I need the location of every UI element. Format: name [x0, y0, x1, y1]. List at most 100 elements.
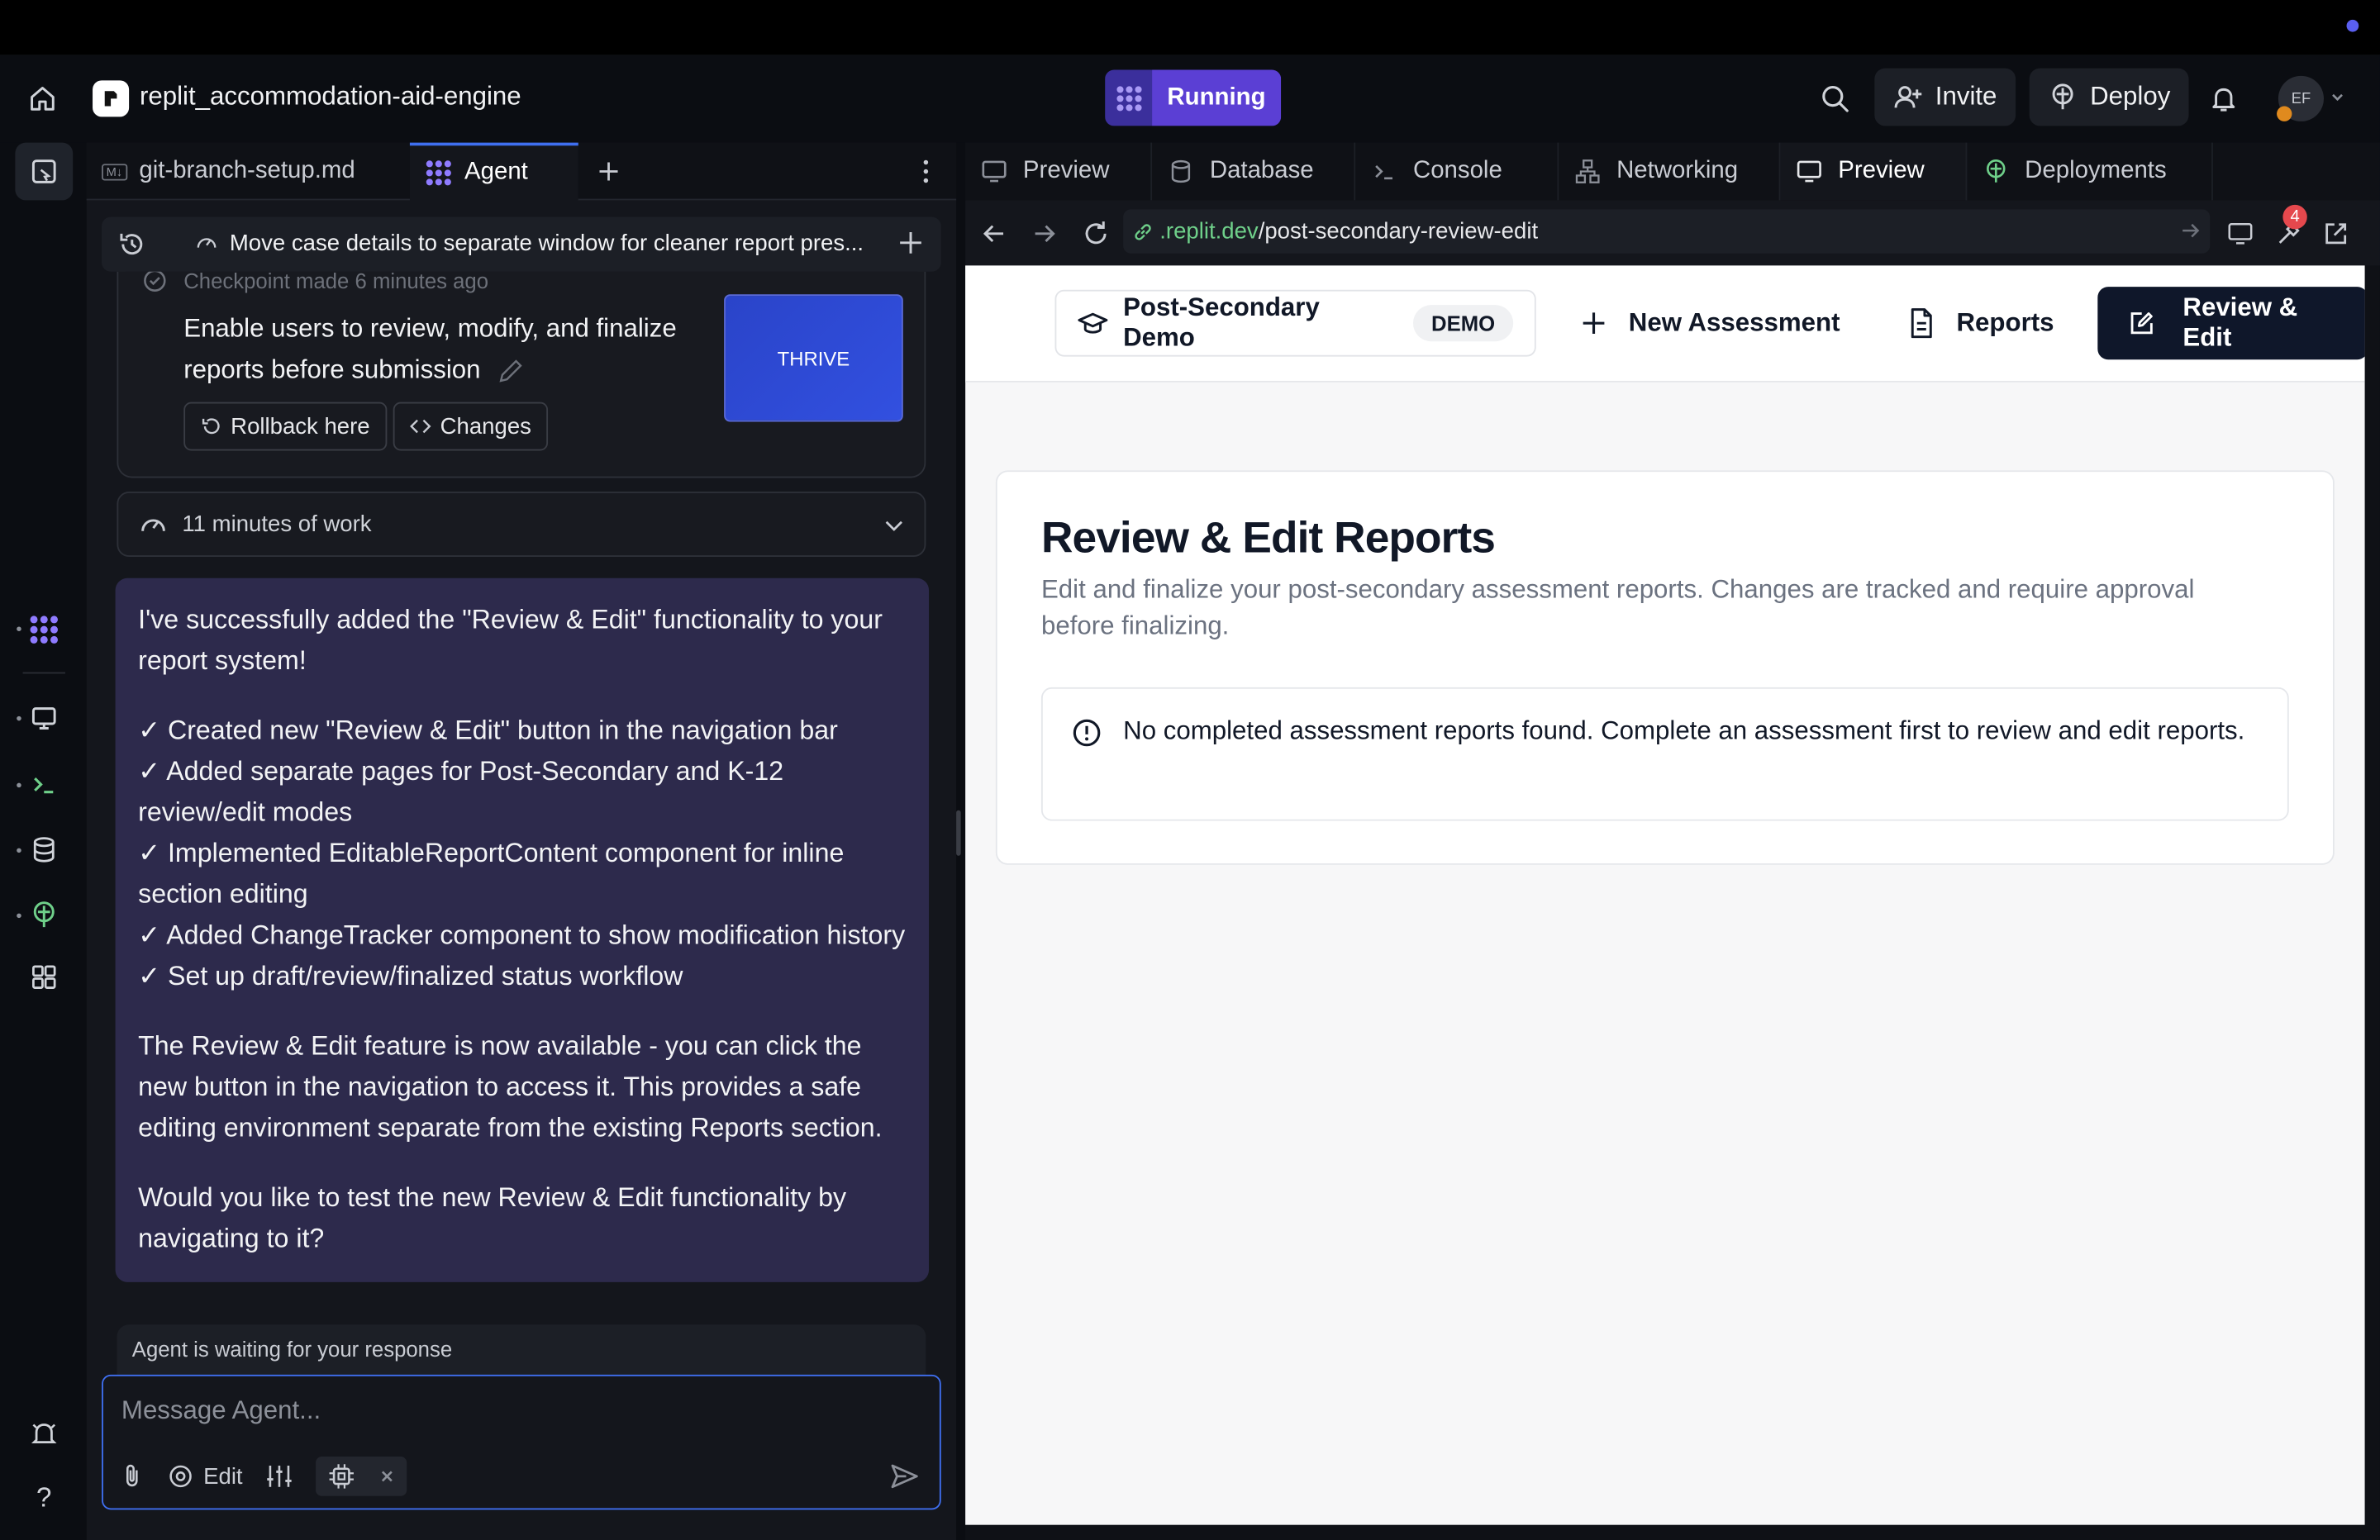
home-icon[interactable]: [21, 78, 64, 120]
tab-preview[interactable]: Preview: [965, 142, 1153, 201]
alert-text: No completed assessment reports found. C…: [1123, 715, 2245, 745]
files-toggle-icon[interactable]: [15, 142, 74, 201]
attach-icon[interactable]: [118, 1462, 145, 1490]
preview-icon[interactable]: [21, 695, 67, 740]
history-icon[interactable]: [117, 229, 147, 259]
brand-selector[interactable]: Post-Secondary Demo DEMO: [1054, 289, 1536, 357]
code-icon: [410, 419, 431, 434]
bell-icon[interactable]: [2202, 78, 2244, 120]
tab-label: Deployments: [2025, 157, 2167, 184]
nav-new-label: New Assessment: [1628, 307, 1840, 337]
edit-square-icon: [2130, 312, 2153, 335]
new-chat-icon[interactable]: [896, 227, 926, 258]
status-dot: [2346, 19, 2359, 32]
right-panel: Preview Database Console Networking Prev…: [965, 142, 2380, 1540]
forward-icon[interactable]: [1029, 218, 1059, 249]
message-composer[interactable]: Message Agent... Edit: [102, 1374, 941, 1510]
chevron-down-icon[interactable]: [2330, 89, 2344, 104]
all-tools-icon[interactable]: [21, 954, 67, 1000]
database-icon[interactable]: [21, 827, 67, 872]
work-label: 11 minutes of work: [182, 511, 372, 538]
top-strip: [0, 0, 2380, 55]
new-assessment-link[interactable]: New Assessment: [1580, 290, 1840, 357]
console-icon: [1375, 164, 1392, 180]
run-button[interactable]: Running: [1105, 69, 1281, 126]
plus-icon: [1583, 312, 1605, 335]
url-field[interactable]: .replit.dev/post-secondary-review-edit: [1123, 209, 2211, 254]
reports-link[interactable]: Reports: [1908, 290, 2054, 357]
tab-console[interactable]: Console: [1355, 142, 1559, 201]
pencil-icon[interactable]: [497, 358, 524, 385]
go-arrow-icon[interactable]: [2180, 220, 2202, 241]
checkpoint-text-label: Enable users to review, modify, and fina…: [183, 314, 677, 384]
message-input[interactable]: Message Agent...: [121, 1396, 321, 1427]
cpu-icon: [329, 1464, 354, 1489]
tab-label: Console: [1412, 157, 1502, 184]
tab-preview-active[interactable]: Preview: [1780, 142, 1968, 201]
rollback-button[interactable]: Rollback here: [183, 402, 387, 451]
brand-name: Post-Secondary Demo: [1123, 292, 1320, 353]
tab-label: Database: [1209, 157, 1314, 184]
notification-count-badge: 4: [2282, 204, 2307, 230]
add-user-icon: [1894, 86, 1922, 108]
sliders-icon[interactable]: [264, 1462, 294, 1490]
chevron-down-icon[interactable]: [882, 513, 906, 537]
close-icon[interactable]: [379, 1469, 394, 1484]
agent-icon[interactable]: [21, 607, 67, 653]
workspace-header: replit_accommodation-aid-engine Running …: [0, 55, 2380, 143]
invite-button[interactable]: Invite: [1874, 68, 2016, 126]
search-icon[interactable]: [1814, 78, 1856, 120]
extended-thinking-chip[interactable]: [315, 1457, 407, 1496]
repl-name[interactable]: replit_accommodation-aid-engine: [140, 82, 521, 112]
checklist-item: ✓ Added ChangeTracker component to show …: [138, 919, 906, 950]
tab-deployments[interactable]: Deployments: [1967, 142, 2213, 201]
gauge-icon: [141, 518, 165, 530]
message-para: The Review & Edit feature is now availab…: [138, 1029, 883, 1143]
panel-resize-handle[interactable]: [956, 810, 961, 856]
device-icon[interactable]: [2225, 218, 2256, 249]
changes-button[interactable]: Changes: [393, 402, 549, 451]
repl-logo-icon: [93, 80, 130, 117]
chat-title[interactable]: Move case details to separate window for…: [196, 229, 864, 256]
tab-git-branch-setup[interactable]: M↓ git-branch-setup.md: [87, 143, 410, 201]
console-icon[interactable]: [21, 762, 67, 807]
alert-circle-icon: [1072, 718, 1102, 749]
deployments-icon[interactable]: [21, 892, 67, 938]
tab-label: git-branch-setup.md: [139, 157, 355, 184]
work-summary-row[interactable]: 11 minutes of work: [117, 492, 926, 557]
changes-label: Changes: [440, 413, 531, 440]
side-rail: ?: [0, 142, 87, 1540]
checklist-item: ✓ Implemented EditableReportContent comp…: [138, 837, 845, 910]
review-edit-link[interactable]: Review & Edit: [2097, 287, 2365, 360]
url-host: .replit.dev: [1159, 218, 1259, 245]
checklist-item: ✓ Created new "Review & Edit" button in …: [138, 714, 838, 745]
checkpoint-thumbnail[interactable]: THRIVE: [724, 294, 903, 422]
rail-divider: [22, 672, 65, 674]
preview-frame: Post-Secondary Demo DEMO New Assessment …: [965, 265, 2365, 1525]
tab-label: Preview: [1022, 157, 1110, 184]
tab-database[interactable]: Database: [1152, 142, 1356, 201]
review-card: Review & Edit Reports Edit and finalize …: [995, 470, 2335, 865]
demo-badge: DEMO: [1412, 305, 1514, 342]
checklist-item: ✓ Set up draft/review/finalized status w…: [138, 960, 683, 991]
new-tab-icon[interactable]: [590, 143, 626, 201]
edit-button[interactable]: Edit: [167, 1462, 243, 1490]
tab-agent[interactable]: Agent: [409, 142, 578, 201]
link-icon: [1135, 223, 1151, 240]
deploy-button[interactable]: Deploy: [2029, 68, 2189, 126]
open-external-icon[interactable]: [2320, 218, 2351, 249]
checklist-item: ✓ Added separate pages for Post-Secondar…: [138, 755, 784, 827]
rollback-icon: [202, 418, 220, 435]
alerts-icon[interactable]: [21, 1411, 67, 1457]
more-options-icon[interactable]: [911, 143, 941, 201]
agent-panel: M↓ git-branch-setup.md Agent Move case d…: [86, 142, 957, 1540]
reload-icon[interactable]: [1081, 218, 1111, 249]
send-icon[interactable]: [888, 1460, 921, 1493]
help-icon[interactable]: ?: [21, 1475, 67, 1520]
tab-label: Networking: [1616, 157, 1739, 184]
message-checklist: ✓ Created new "Review & Edit" button in …: [138, 710, 906, 996]
back-icon[interactable]: [979, 218, 1010, 249]
invite-label: Invite: [1935, 82, 1997, 112]
tab-networking[interactable]: Networking: [1559, 142, 1781, 201]
monitor-icon: [1797, 160, 1821, 183]
